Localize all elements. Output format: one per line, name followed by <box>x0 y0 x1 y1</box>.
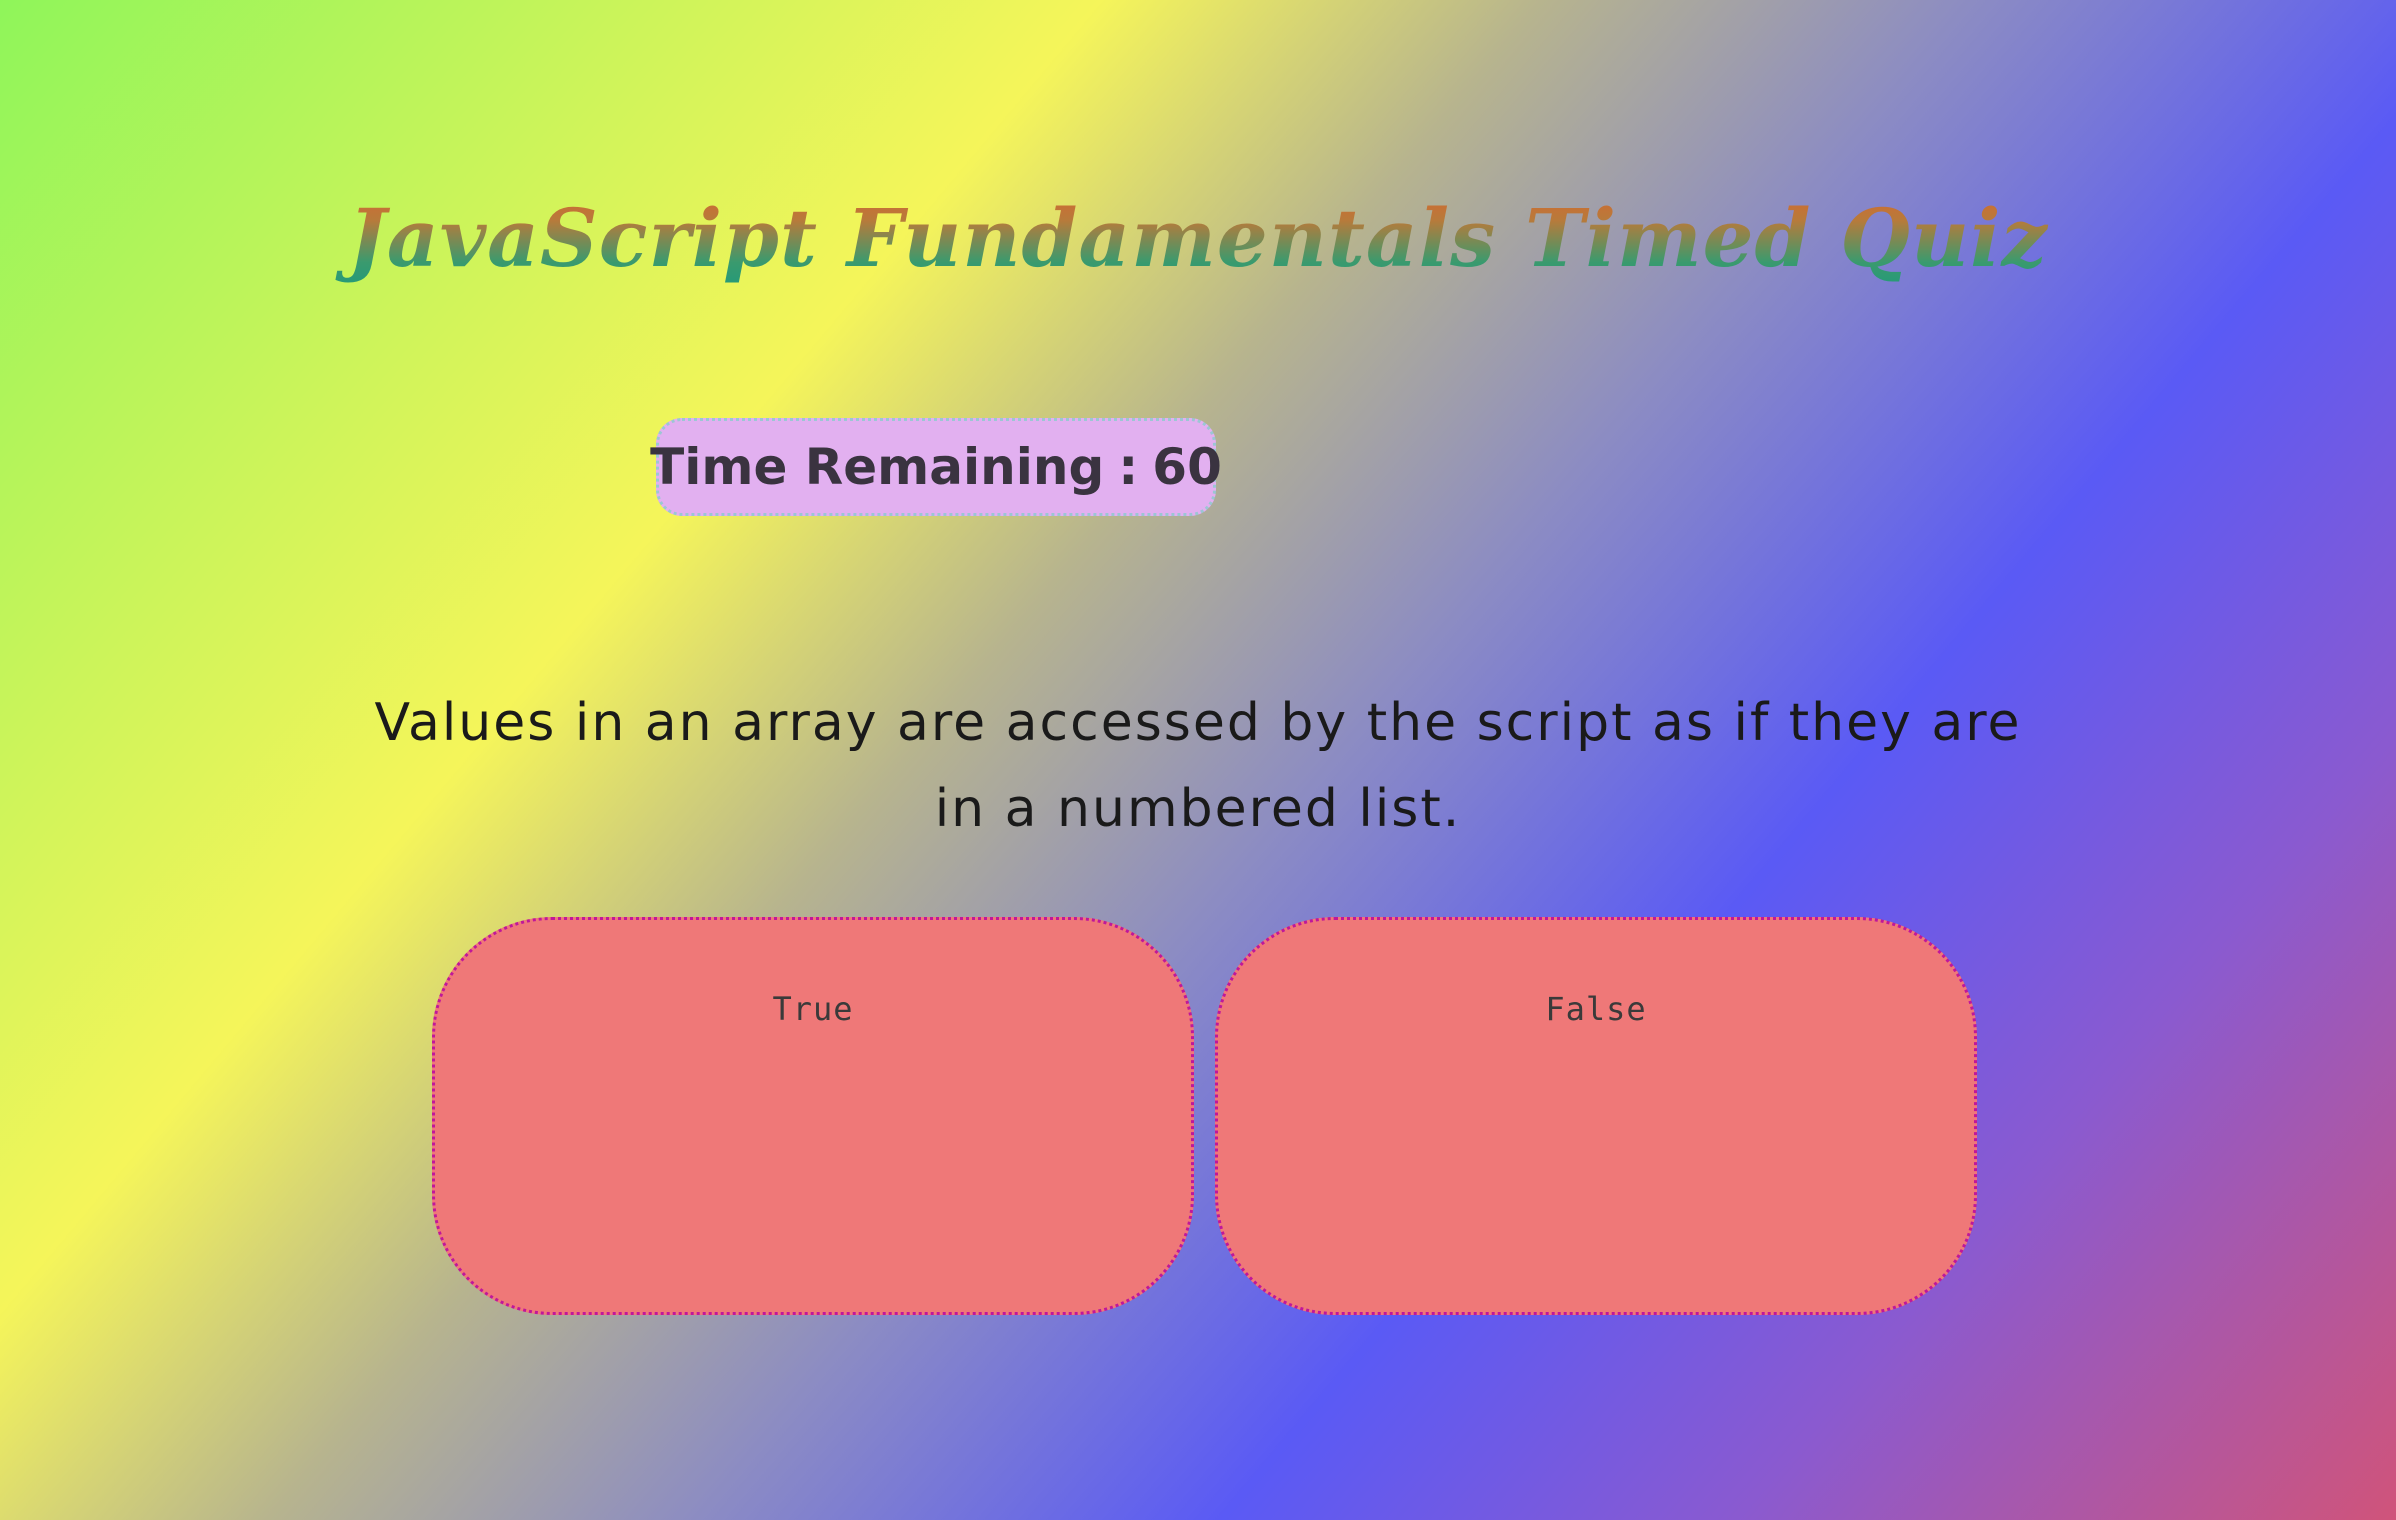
answer-true-label: True <box>772 990 854 1028</box>
answer-false-label: False <box>1545 990 1647 1028</box>
answer-true-button[interactable]: True <box>432 917 1194 1315</box>
timer-label: Time Remaining <box>650 438 1105 496</box>
timer-separator: : <box>1118 438 1139 496</box>
time-remaining-display: Time Remaining : 60 <box>650 418 1222 516</box>
answer-false-button[interactable]: False <box>1215 917 1977 1315</box>
timer-value: 60 <box>1152 438 1222 496</box>
question-text: Values in an array are accessed by the s… <box>374 693 2022 839</box>
quiz-title: JavaScript Fundamentals Timed Quiz <box>0 178 2396 298</box>
